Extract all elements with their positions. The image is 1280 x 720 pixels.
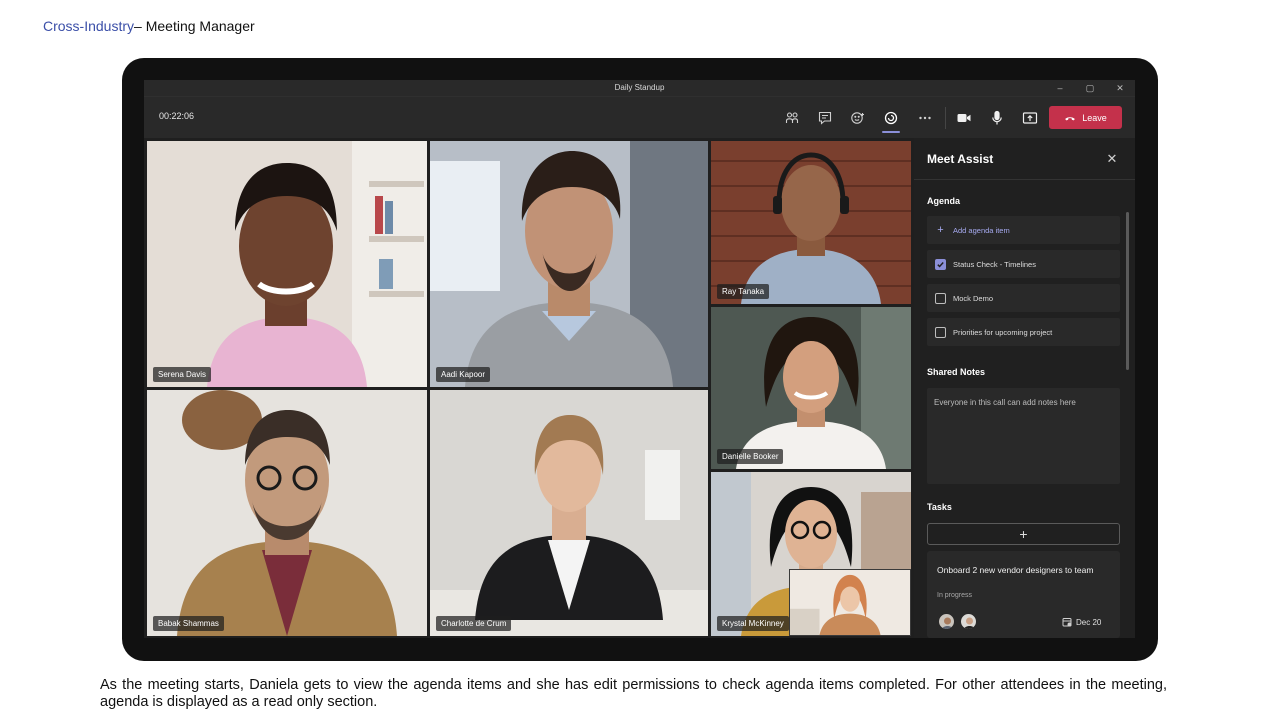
leave-label: Leave	[1082, 112, 1107, 123]
video-tile-serena-davis[interactable]: Serena Davis	[147, 141, 427, 387]
slide-separator: –	[134, 18, 146, 34]
chat-icon	[818, 111, 832, 125]
slide-caption: As the meeting starts, Daniela gets to v…	[100, 677, 1167, 710]
mic-button[interactable]	[987, 108, 1007, 128]
participant-video	[430, 390, 708, 636]
checkbox-icon[interactable]	[935, 292, 946, 304]
participant-video	[711, 307, 911, 469]
participant-name: Babak Shammas	[153, 616, 224, 631]
calendar-icon	[1062, 618, 1072, 627]
tasks-heading: Tasks	[927, 502, 952, 512]
video-tile-aadi-kapoor[interactable]: Aadi Kapoor	[430, 141, 708, 387]
task-card[interactable]: Onboard 2 new vendor designers to team I…	[927, 551, 1120, 638]
agenda-item[interactable]: Mock Demo	[927, 284, 1120, 312]
add-agenda-label: Add agenda item	[953, 225, 1010, 235]
shared-notes-heading: Shared Notes	[927, 367, 986, 377]
video-tile-danielle-booker[interactable]: Danielle Booker	[711, 307, 911, 469]
agenda-item-label: Priorities for upcoming project	[953, 327, 1053, 337]
meeting-timer: 00:22:06	[159, 111, 195, 121]
agenda-item[interactable]: Status Check - Timelines	[927, 250, 1120, 278]
share-button[interactable]	[1020, 108, 1040, 128]
people-button[interactable]	[782, 108, 802, 128]
phone-hangup-icon	[1065, 116, 1076, 120]
agenda-heading: Agenda	[927, 196, 961, 206]
participant-name: Ray Tanaka	[717, 284, 770, 299]
more-icon	[919, 116, 931, 120]
slide-header: Cross-Industry– Meeting Manager	[43, 18, 255, 34]
self-view-video[interactable]	[789, 569, 911, 636]
participant-name: Serena Davis	[153, 367, 212, 382]
camera-icon	[957, 114, 971, 122]
tablet-frame: Daily Standup – ▢ ✕ 00:22:06 Leave Seren…	[122, 58, 1158, 661]
camera-button[interactable]	[954, 108, 974, 128]
close-panel-icon[interactable]: ✕	[1105, 152, 1119, 166]
minimize-icon[interactable]: –	[1054, 82, 1066, 94]
task-status: In progress	[937, 592, 973, 599]
shared-notes-field[interactable]: Everyone in this call can add notes here	[927, 388, 1120, 484]
assignee-avatar	[960, 613, 977, 630]
meet-assist-panel: Meet Assist ✕ Agenda + Add agenda item S…	[914, 138, 1135, 638]
participant-video	[147, 141, 427, 387]
mic-icon	[992, 110, 1002, 125]
agenda-item-label: Status Check - Timelines	[953, 259, 1036, 269]
people-icon	[785, 112, 799, 123]
panel-scrollbar[interactable]	[1126, 212, 1129, 370]
more-button[interactable]	[915, 108, 935, 128]
slide-title: Meeting Manager	[145, 18, 255, 34]
plus-icon: +	[937, 224, 944, 236]
participant-video	[711, 141, 911, 304]
panel-divider	[914, 179, 1135, 180]
participant-video	[430, 141, 708, 387]
task-due-date: Dec 20	[1062, 617, 1101, 627]
toolbar-divider	[945, 107, 946, 129]
apps-icon	[884, 111, 898, 125]
panel-title: Meet Assist	[927, 152, 994, 166]
participant-name: Krystal McKinney	[717, 616, 789, 631]
reactions-icon	[851, 112, 864, 124]
teams-meeting-window: Daily Standup – ▢ ✕ 00:22:06 Leave Seren…	[144, 80, 1135, 638]
maximize-icon[interactable]: ▢	[1084, 82, 1096, 94]
title-bar: Daily Standup – ▢ ✕	[144, 80, 1135, 96]
agenda-item[interactable]: Priorities for upcoming project	[927, 318, 1120, 346]
checkbox-checked-icon[interactable]	[935, 258, 946, 270]
checkbox-icon[interactable]	[935, 326, 946, 338]
participant-name: Aadi Kapoor	[436, 367, 491, 382]
participant-name: Danielle Booker	[717, 449, 784, 464]
close-icon[interactable]: ✕	[1114, 82, 1126, 94]
video-tile-babak-shammas[interactable]: Babak Shammas	[147, 390, 427, 636]
leave-button[interactable]: Leave	[1049, 106, 1122, 129]
add-task-button[interactable]: +	[927, 523, 1120, 545]
chat-button[interactable]	[815, 108, 835, 128]
participant-video	[790, 570, 910, 635]
window-title: Daily Standup	[614, 83, 665, 92]
video-tile-charlotte-de-crum[interactable]: Charlotte de Crum	[430, 390, 708, 636]
video-tile-ray-tanaka[interactable]: Ray Tanaka	[711, 141, 911, 304]
apps-button[interactable]	[881, 108, 901, 133]
add-agenda-item-button[interactable]: + Add agenda item	[927, 216, 1120, 244]
share-icon	[1022, 112, 1038, 124]
reactions-button[interactable]	[848, 108, 868, 128]
task-title: Onboard 2 new vendor designers to team	[937, 565, 1094, 575]
participant-video	[147, 390, 427, 636]
meeting-toolbar: 00:22:06 Leave	[144, 96, 1135, 138]
agenda-item-label: Mock Demo	[953, 293, 994, 303]
due-date-label: Dec 20	[1076, 617, 1102, 627]
participant-name: Charlotte de Crum	[436, 616, 512, 631]
slide-category: Cross-Industry	[43, 18, 135, 34]
assignee-avatar	[938, 613, 955, 630]
